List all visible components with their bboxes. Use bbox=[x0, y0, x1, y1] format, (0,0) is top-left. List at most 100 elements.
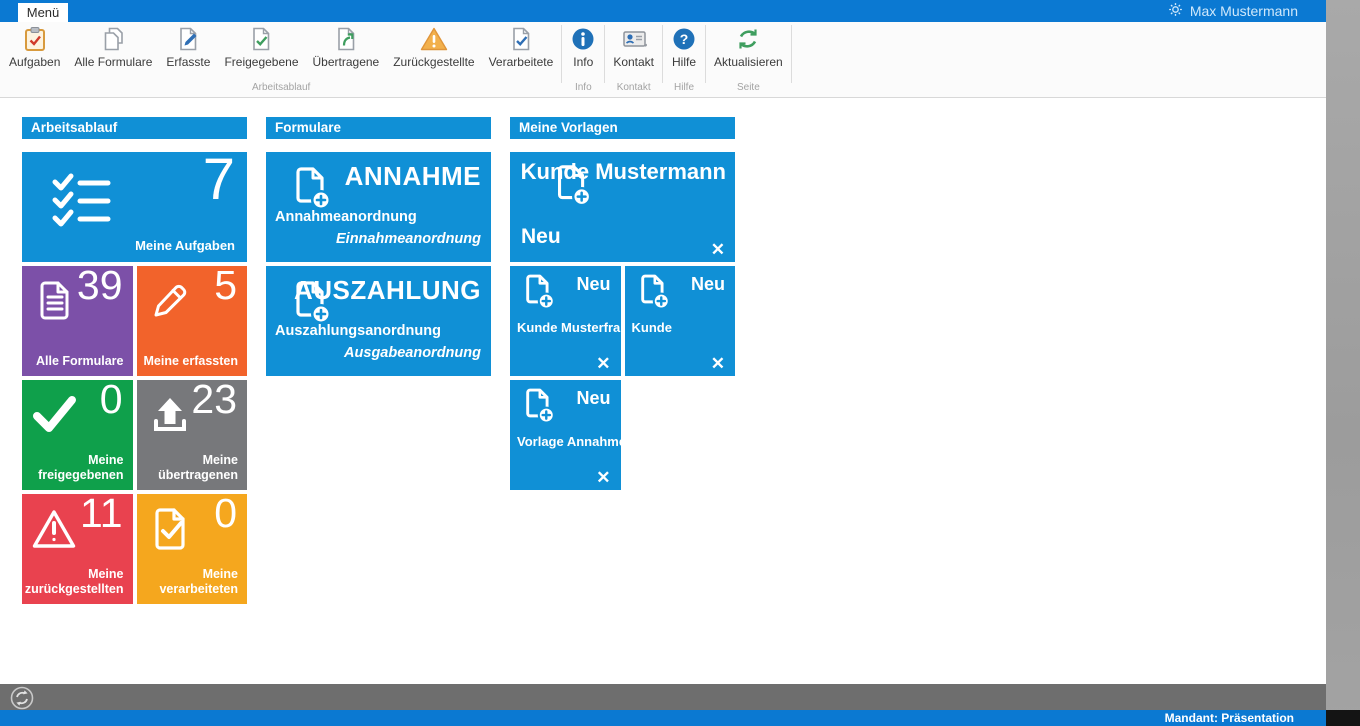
document-icon bbox=[32, 278, 78, 329]
ribbon-group-label: Hilfe bbox=[674, 82, 694, 96]
ribbon-button-uebertragene[interactable]: Übertragene bbox=[306, 22, 387, 69]
ribbon-group-label: Arbeitsablauf bbox=[252, 82, 310, 96]
info-circle-icon bbox=[570, 25, 596, 53]
close-icon[interactable]: ✕ bbox=[596, 468, 610, 488]
tile-meine-zurueckgestellten[interactable]: 11 Meine zurückgestellten bbox=[22, 494, 133, 604]
user-name: Max Mustermann bbox=[1190, 3, 1298, 19]
tile-template-kunde-mustermann[interactable]: Kunde Mustermann Neu ✕ bbox=[510, 152, 735, 262]
svg-text:?: ? bbox=[680, 31, 689, 47]
checkmark-icon bbox=[30, 394, 78, 441]
main-content: Arbeitsablauf 7 Me bbox=[0, 99, 1326, 684]
template-action: Neu bbox=[576, 388, 610, 409]
ribbon-button-erfasste[interactable]: Erfasste bbox=[159, 22, 217, 69]
sync-icon[interactable] bbox=[9, 685, 35, 711]
status-bar: Mandant: Präsentation bbox=[0, 710, 1326, 726]
tile-meine-verarbeiteten[interactable]: 0 Meine verarbeiteten bbox=[137, 494, 248, 604]
ribbon-group-label: Info bbox=[575, 82, 592, 96]
tile-form-auszahlung[interactable]: AUSZAHLUNG Auszahlungsanordnung Ausgabea… bbox=[266, 266, 491, 376]
contact-card-icon bbox=[620, 25, 648, 53]
clipboard-check-icon bbox=[22, 25, 48, 53]
tile-count: 7 bbox=[203, 146, 234, 213]
ribbon-button-verarbeitete[interactable]: Verarbeitete bbox=[482, 22, 561, 69]
ribbon-separator bbox=[662, 25, 663, 83]
tile-meine-uebertragenen[interactable]: 23 Meine übertragenen bbox=[137, 380, 248, 490]
template-action: Neu bbox=[521, 225, 561, 249]
template-action: Neu bbox=[576, 274, 610, 295]
ribbon-button-label: Kontakt bbox=[613, 56, 654, 69]
ribbon-button-label: Verarbeitete bbox=[489, 56, 554, 69]
ribbon-button-aktualisieren[interactable]: Aktualisieren bbox=[707, 22, 790, 69]
ribbon-button-hilfe[interactable]: ? Hilfe bbox=[664, 22, 704, 69]
ribbon-button-label: Info bbox=[573, 56, 593, 69]
documents-stack-icon bbox=[100, 25, 126, 53]
ribbon-button-info[interactable]: Info bbox=[563, 22, 603, 69]
section-header-arbeitsablauf: Arbeitsablauf bbox=[22, 117, 247, 139]
refresh-icon bbox=[735, 25, 761, 53]
ribbon-group-seite: Aktualisieren Seite bbox=[707, 22, 790, 96]
ribbon-separator bbox=[604, 25, 605, 83]
tile-meine-aufgaben[interactable]: 7 Meine Aufgaben bbox=[22, 152, 247, 262]
template-title: Kunde Musterfrau bbox=[517, 320, 628, 335]
desktop-background bbox=[1326, 0, 1360, 726]
user-menu[interactable]: Max Mustermann bbox=[1168, 0, 1298, 22]
document-plus-icon bbox=[518, 272, 560, 319]
tile-count: 11 bbox=[80, 490, 123, 537]
tile-label: Meine freigegebenen bbox=[24, 453, 124, 483]
document-plus-icon bbox=[633, 272, 675, 319]
ribbon-button-label: Übertragene bbox=[313, 56, 380, 69]
tile-template-kunde-musterfrau[interactable]: Neu Kunde Musterfrau ✕ bbox=[510, 266, 621, 376]
tile-label: Meine übertragenen bbox=[138, 453, 238, 483]
section-formulare: Formulare bbox=[266, 117, 491, 376]
ribbon-button-label: Aktualisieren bbox=[714, 56, 783, 69]
ribbon-separator bbox=[705, 25, 706, 83]
ribbon-button-label: Zurückgestellte bbox=[393, 56, 474, 69]
ribbon-group-info: Info Info bbox=[563, 22, 603, 96]
section-header-meine-vorlagen: Meine Vorlagen bbox=[510, 117, 735, 139]
ribbon: Aufgaben Alle Formulare bbox=[0, 22, 1326, 98]
ribbon-button-aufgaben[interactable]: Aufgaben bbox=[2, 22, 67, 69]
document-plus-icon bbox=[518, 386, 560, 433]
mandant-label: Mandant: Präsentation bbox=[1165, 711, 1294, 725]
ribbon-button-kontakt[interactable]: Kontakt bbox=[606, 22, 661, 69]
ribbon-button-freigegebene[interactable]: Freigegebene bbox=[217, 22, 305, 69]
ribbon-button-label: Erfasste bbox=[166, 56, 210, 69]
tile-alle-formulare[interactable]: 39 Alle Formulare bbox=[22, 266, 133, 376]
close-icon[interactable]: ✕ bbox=[596, 354, 610, 374]
tile-meine-freigegebenen[interactable]: 0 Meine freigegebenen bbox=[22, 380, 133, 490]
form-subtitle: Auszahlungsanordnung bbox=[275, 323, 441, 339]
form-alias: Einnahmeanordnung bbox=[336, 231, 481, 247]
tile-template-kunde[interactable]: Neu Kunde ✕ bbox=[625, 266, 736, 376]
ribbon-button-alle-formulare[interactable]: Alle Formulare bbox=[67, 22, 159, 69]
document-check-icon bbox=[149, 505, 193, 558]
tile-form-annahme[interactable]: ANNAHME Annahmeanordnung Einnahmeanordnu… bbox=[266, 152, 491, 262]
help-circle-icon: ? bbox=[671, 25, 697, 53]
template-title: Kunde bbox=[632, 320, 672, 335]
ribbon-button-label: Aufgaben bbox=[9, 56, 60, 69]
section-arbeitsablauf: Arbeitsablauf 7 Me bbox=[22, 117, 247, 604]
form-title: AUSZAHLUNG bbox=[294, 275, 481, 306]
tile-label: Meine verarbeiteten bbox=[138, 567, 238, 597]
template-title: Kunde Mustermann bbox=[521, 158, 726, 185]
tile-count: 0 bbox=[214, 490, 237, 537]
bottom-toolbar bbox=[0, 684, 1326, 710]
tile-template-vorlage-annahme[interactable]: Neu Vorlage Annahme ✕ bbox=[510, 380, 621, 490]
ribbon-button-label: Alle Formulare bbox=[74, 56, 152, 69]
menu-button[interactable]: Menü bbox=[18, 3, 68, 22]
ribbon-button-zurueckgestellte[interactable]: Zurückgestellte bbox=[386, 22, 481, 69]
app-screen: Menü Max Mustermann bbox=[0, 0, 1360, 726]
tile-count: 5 bbox=[214, 262, 237, 309]
tile-count: 23 bbox=[191, 376, 237, 423]
ribbon-group-kontakt: Kontakt Kontakt bbox=[606, 22, 661, 96]
template-title: Vorlage Annahme bbox=[517, 434, 626, 449]
close-icon[interactable]: ✕ bbox=[711, 240, 725, 260]
template-action: Neu bbox=[691, 274, 725, 295]
tile-count: 0 bbox=[100, 376, 123, 423]
tile-meine-erfassten[interactable]: 5 Meine erfassten bbox=[137, 266, 248, 376]
close-icon[interactable]: ✕ bbox=[711, 354, 725, 374]
ribbon-group-label: Kontakt bbox=[617, 82, 651, 96]
ribbon-group-label: Seite bbox=[737, 82, 760, 96]
document-check-blue-icon bbox=[508, 25, 534, 53]
upload-icon bbox=[147, 392, 193, 443]
task-list-icon bbox=[50, 172, 112, 233]
ribbon-button-label: Freigegebene bbox=[224, 56, 298, 69]
